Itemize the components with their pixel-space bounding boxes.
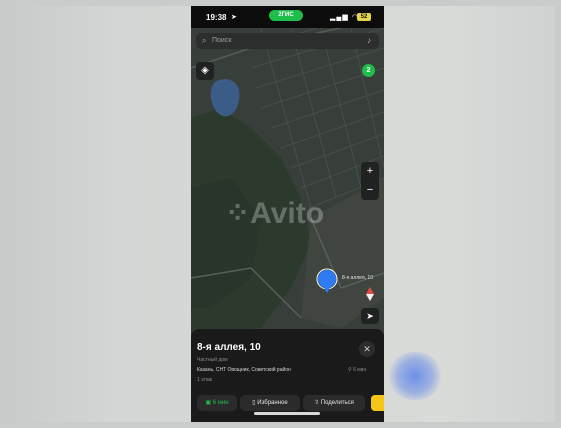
place-address: Казань, СНТ Овощник, Советский район bbox=[197, 367, 291, 373]
battery-icon: 52 bbox=[357, 13, 371, 21]
compass-icon[interactable] bbox=[365, 287, 375, 301]
share-button[interactable]: ⇧ Поделиться bbox=[303, 395, 365, 411]
place-title: 8-я аллея, 10 bbox=[197, 342, 261, 353]
place-card: 8-я аллея, 10 ✕ Частный дом Казань, СНТ … bbox=[191, 329, 384, 422]
route-button[interactable]: ▣ 6 мин bbox=[197, 395, 237, 411]
more-button[interactable] bbox=[371, 395, 384, 411]
place-floors: 1 этаж bbox=[197, 377, 212, 383]
zoom-in-button[interactable]: + bbox=[361, 162, 379, 181]
share-icon: ⇧ bbox=[314, 400, 321, 406]
signal-wifi-icon: ▂▄▆ ◠ bbox=[330, 14, 359, 21]
search-bar[interactable]: ⌕ Поиск ♪ bbox=[196, 33, 379, 49]
close-button[interactable]: ✕ bbox=[359, 341, 375, 357]
background-blue-blob bbox=[385, 352, 445, 400]
my-location-button[interactable]: ➤ bbox=[361, 308, 379, 324]
search-icon: ⌕ bbox=[202, 36, 207, 45]
avito-logo-icon: ⁘ bbox=[225, 197, 251, 230]
map-view[interactable] bbox=[191, 28, 384, 335]
watermark: ⁘Avito bbox=[225, 197, 325, 230]
notifications-badge[interactable]: 2 bbox=[362, 64, 375, 77]
place-type: Частный дом bbox=[197, 357, 228, 363]
layers-icon: ◈ bbox=[201, 65, 209, 76]
app-pill[interactable]: 2ГИС bbox=[269, 10, 303, 21]
status-bar: 19:38 ➤ 2ГИС ▂▄▆ ◠ 52 bbox=[191, 6, 384, 28]
map-terrain bbox=[191, 28, 384, 335]
walk-distance: ⚲ 6 мин bbox=[348, 367, 367, 373]
location-arrow-icon: ➤ bbox=[231, 14, 237, 21]
favorites-button[interactable]: ▯ Избранное bbox=[240, 395, 300, 411]
phone-screen: 19:38 ➤ 2ГИС ▂▄▆ ◠ 52 ⌕ Поиск ♪ ◈ 2 + − … bbox=[191, 6, 384, 422]
pin-label: 8-я аллея, 10 bbox=[342, 275, 373, 281]
layers-button[interactable]: ◈ bbox=[196, 62, 214, 80]
search-input[interactable]: Поиск bbox=[212, 37, 231, 44]
status-time: 19:38 bbox=[206, 13, 227, 22]
zoom-out-button[interactable]: − bbox=[361, 181, 379, 200]
zoom-control: + − bbox=[361, 162, 379, 200]
car-icon: ▣ bbox=[205, 400, 213, 406]
navigation-arrow-icon: ➤ bbox=[366, 311, 374, 321]
home-indicator[interactable] bbox=[254, 412, 320, 415]
microphone-icon[interactable]: ♪ bbox=[367, 36, 371, 45]
